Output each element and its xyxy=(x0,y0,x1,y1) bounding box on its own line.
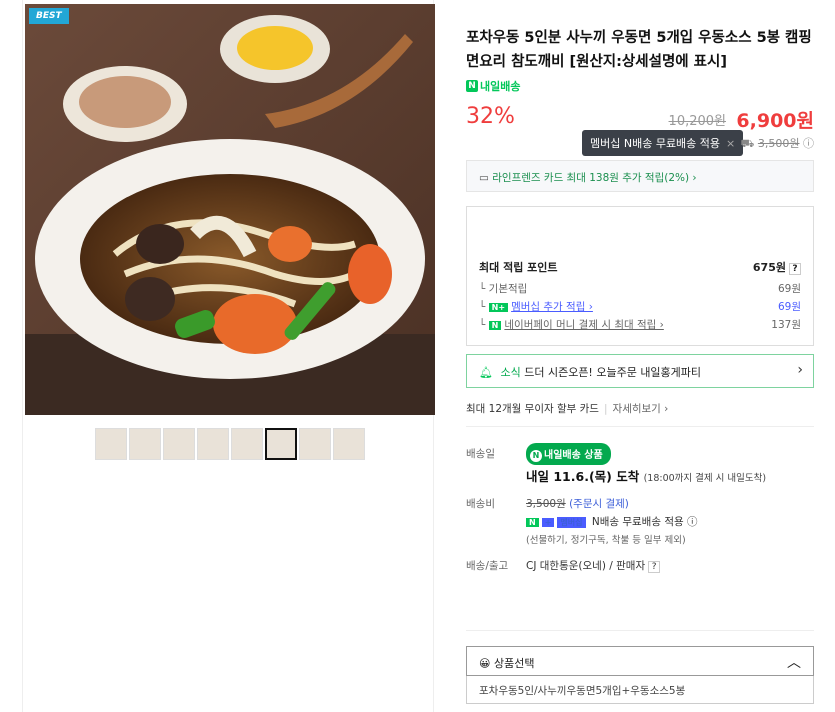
points-title: 최대 적립 포인트 xyxy=(479,261,558,274)
thumbnail[interactable] xyxy=(197,428,229,460)
installment-detail-link[interactable]: 자세히보기 › xyxy=(613,403,669,415)
tomorrow-delivery-pill: N 내일배송 상품 xyxy=(526,443,611,465)
pill-label: 내일배송 상품 xyxy=(544,450,603,461)
product-title: 포차우동 5인분 사누끼 우동면 5개입 우동소스 5봉 캠핑면요리 참도깨비 … xyxy=(466,30,812,70)
option-select[interactable]: 😀︎ 상품선택 ︿ xyxy=(466,646,814,676)
delivery-date-label: 배송일 xyxy=(466,448,495,460)
help-icon[interactable]: ? xyxy=(789,263,801,275)
best-badge: BEST xyxy=(29,8,69,24)
points-row-label: 기본적립 xyxy=(488,283,528,295)
original-price: 10,200원 xyxy=(668,114,726,129)
points-row-value: 137원 xyxy=(771,319,801,331)
thumbnail-active[interactable] xyxy=(265,428,297,460)
shipping-fee-original: 3,500원 xyxy=(526,498,566,510)
shipping-fee-line: 3,500원 (주문시 결제) xyxy=(526,496,629,511)
free-shipping-text: N배송 무료배송 적용 xyxy=(591,516,684,528)
tooltip-text: 멤버십 N배송 무료배송 적용 xyxy=(590,137,721,150)
membership-tooltip: 멤버십 N배송 무료배송 적용 × xyxy=(582,130,744,156)
card-benefit-text: 라인프렌즈 카드 최대 138원 추가 적립(2%) › xyxy=(492,172,697,184)
installment-info: 최대 12개월 무이자 할부 카드 | 자세히보기 › xyxy=(466,403,669,415)
shipping-fee-label: 배송비 xyxy=(466,498,495,510)
thumbnail[interactable] xyxy=(333,428,365,460)
arrival-text: 내일 11.6.(목) 도착 xyxy=(526,469,640,484)
points-row: └ N 네이버페이 머니 결제 시 최대 적립 › 137원 xyxy=(479,319,801,331)
option-item-text: 포차우동5인/사누끼우동면5개입+우동소스5봉 xyxy=(479,685,686,697)
installment-text: 최대 12개월 무이자 할부 카드 xyxy=(466,403,599,415)
card-benefit-banner[interactable]: ▭ 라인프렌즈 카드 최대 138원 추가 적립(2%) › xyxy=(466,160,814,192)
membership-points-link[interactable]: 멤버십 추가 적립 › xyxy=(511,301,593,313)
points-row: └ N+ 멤버십 추가 적립 › 69원 xyxy=(479,301,801,313)
option-label: 상품선택 xyxy=(493,657,535,670)
shipping-summary: ⛟ 3,500원 ⓘ xyxy=(741,135,814,152)
bell-icon: 🔔︎ xyxy=(479,366,493,379)
arrival-note: (18:00까지 결제 시 내일도착) xyxy=(643,473,767,484)
divider xyxy=(466,426,814,427)
delivery-tag-label: 내일배송 xyxy=(480,80,521,93)
points-row-value: 69원 xyxy=(777,301,801,313)
points-total-row: 최대 적립 포인트 675원? xyxy=(479,259,801,275)
points-total: 675원 xyxy=(752,261,786,274)
thumbnail-strip xyxy=(95,428,365,460)
chevron-right-icon: › xyxy=(797,362,803,378)
naverpay-points-link[interactable]: 네이버페이 머니 결제 시 최대 적립 › xyxy=(504,319,663,331)
shipping-fee-timing: (주문시 결제) xyxy=(569,498,629,510)
points-row-value: 69원 xyxy=(777,283,801,295)
shipping-original-price: 3,500원 xyxy=(757,137,800,150)
news-banner[interactable]: 🔔︎ 소식 드더 시즌오픈! 오늘주문 내일홍게파티 › xyxy=(466,354,814,388)
smile-icon: 😀︎ xyxy=(479,657,491,670)
card-icon: ▭ xyxy=(479,172,489,184)
news-label: 소식 xyxy=(500,366,521,379)
thumbnail[interactable] xyxy=(95,428,127,460)
thumbnail[interactable] xyxy=(299,428,331,460)
divider xyxy=(466,630,814,631)
ship-from-text: CJ 대한통운(오네) / 판매자 xyxy=(526,560,646,572)
discount-rate: 32% xyxy=(466,104,515,129)
chevron-up-icon: ︿ xyxy=(787,655,801,671)
free-shipping-line: N + 멤버십 N배송 무료배송 적용 ⓘ xyxy=(526,514,698,529)
naverpay-icon: N xyxy=(488,321,502,330)
points-box: 최대 적립 포인트 675원? └ 기본적립 69원 └ N+ 멤버십 추가 적립… xyxy=(466,206,814,346)
points-row: └ 기본적립 69원 xyxy=(479,283,801,295)
thumbnail[interactable] xyxy=(163,428,195,460)
product-main-image[interactable]: BEST xyxy=(25,4,435,415)
news-text: 드더 시즌오픈! 오늘주문 내일홍게파티 xyxy=(524,366,702,379)
image-panel: BEST xyxy=(22,0,435,712)
membership-icon: 멤버십 xyxy=(557,517,586,528)
n-plus-icon: N+ xyxy=(488,303,509,312)
plus-icon: + xyxy=(541,518,555,527)
udon-photo xyxy=(25,4,435,415)
ship-from-label: 배송/출고 xyxy=(466,560,509,572)
ship-from-value: CJ 대한통운(오네) / 판매자? xyxy=(526,558,661,573)
fee-note-line: (선물하기, 정기구독, 착불 등 일부 제외) xyxy=(526,532,686,546)
n-icon: N xyxy=(530,450,542,462)
info-icon[interactable]: ⓘ xyxy=(803,137,814,150)
thumbnail[interactable] xyxy=(231,428,263,460)
close-icon[interactable]: × xyxy=(726,137,735,150)
help-icon[interactable]: ? xyxy=(648,561,661,573)
tomorrow-delivery-tag: N 내일배송 xyxy=(466,78,520,94)
thumbnail[interactable] xyxy=(129,428,161,460)
info-icon[interactable]: ⓘ xyxy=(687,516,698,528)
option-list-item[interactable]: 포차우동5인/사누끼우동면5개입+우동소스5봉 xyxy=(466,676,814,704)
n-delivery-icon: N xyxy=(466,80,478,92)
n-icon: N xyxy=(526,518,539,527)
arrival-date: 내일 11.6.(목) 도착 (18:00까지 결제 시 내일도착) xyxy=(526,466,766,485)
truck-icon: ⛟ xyxy=(740,137,755,150)
final-price: 6,900원 xyxy=(736,110,814,132)
fee-note: (선물하기, 정기구독, 착불 등 일부 제외) xyxy=(526,535,686,546)
